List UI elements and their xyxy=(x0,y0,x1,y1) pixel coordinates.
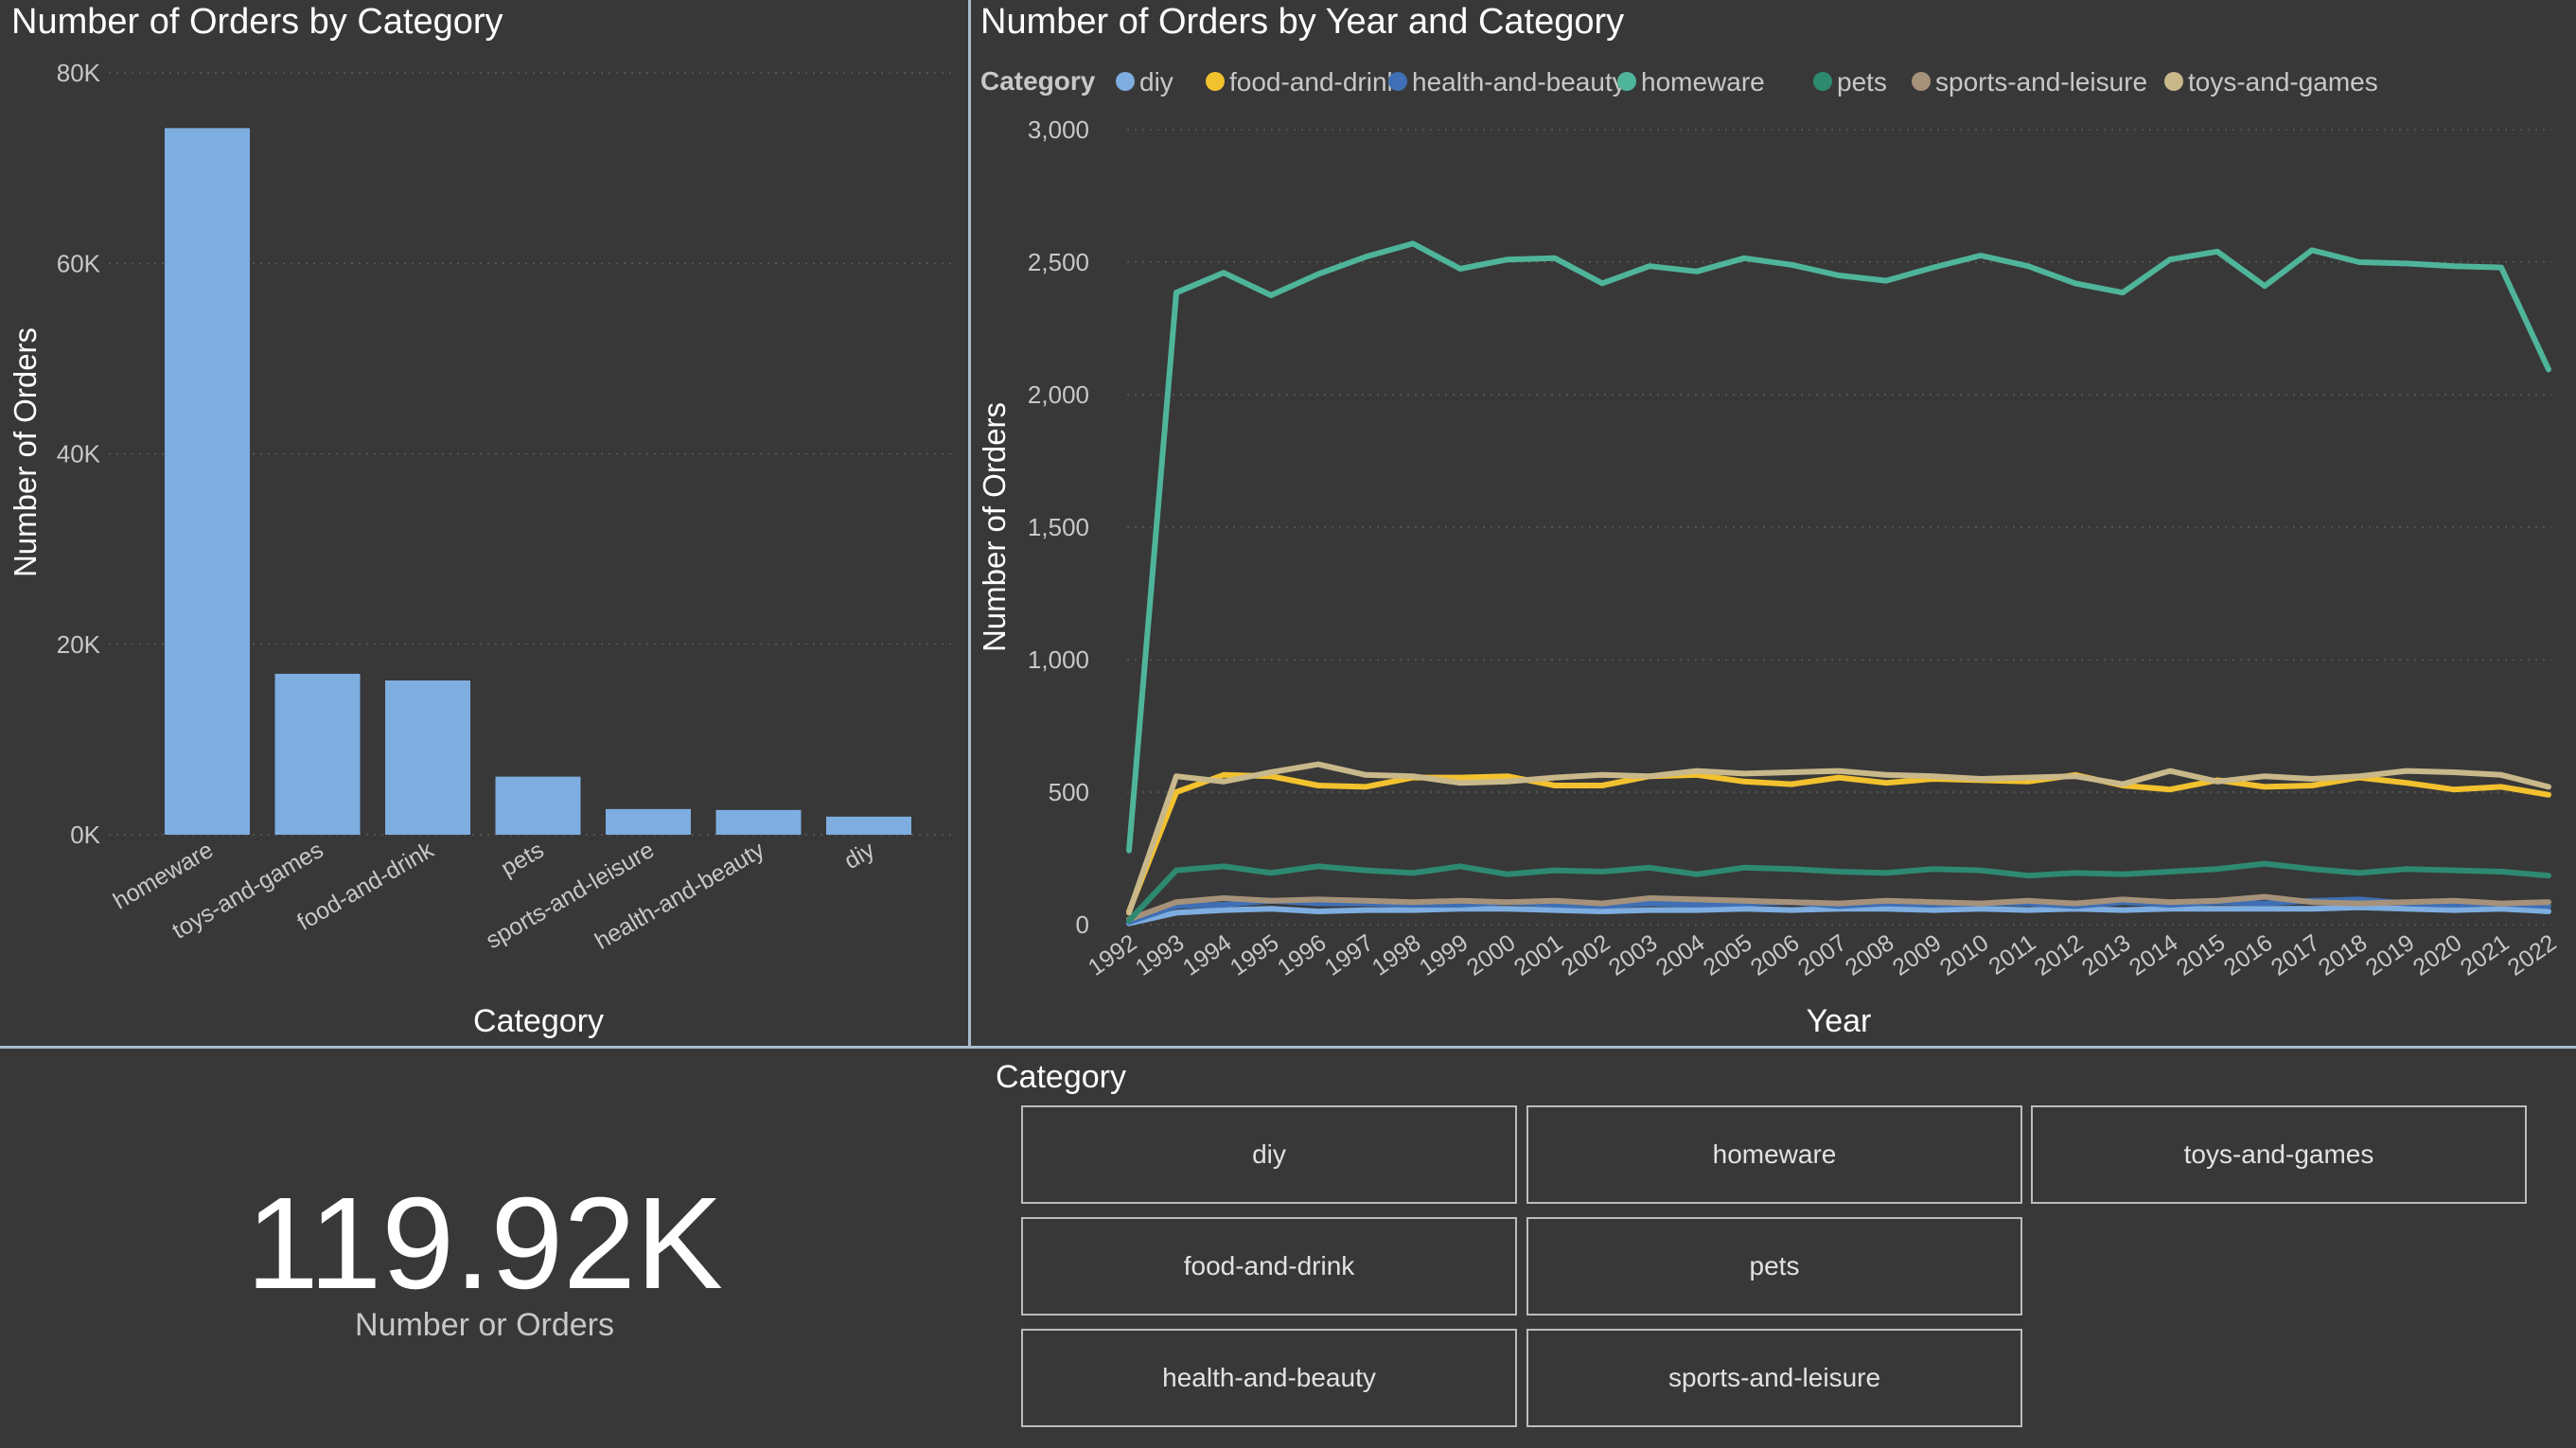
line-x-tick-label: 2019 xyxy=(2361,929,2420,981)
line-x-tick-label: 2007 xyxy=(1793,929,1852,981)
line-x-tick-label: 2009 xyxy=(1888,929,1947,981)
line-x-tick-label: 2013 xyxy=(2077,929,2136,981)
legend-label-health-and-beauty[interactable]: health-and-beauty xyxy=(1412,67,1626,97)
bar-sports-and-leisure[interactable] xyxy=(606,808,691,835)
horizontal-divider xyxy=(0,1046,2576,1049)
bar-y-tick-label: 40K xyxy=(57,440,101,468)
line-x-tick-label: 2003 xyxy=(1604,929,1663,981)
line-y-axis-title: Number of Orders xyxy=(977,402,1012,652)
line-x-tick-label: 2001 xyxy=(1509,929,1568,981)
slicer-item-toys-and-games[interactable]: toys-and-games xyxy=(2031,1105,2527,1204)
line-y-tick-label: 1,500 xyxy=(1028,513,1089,541)
line-x-tick-label: 1998 xyxy=(1367,929,1426,981)
line-y-tick-label: 2,500 xyxy=(1028,248,1089,276)
line-x-tick-label: 2018 xyxy=(2314,929,2373,981)
bar-diy[interactable] xyxy=(826,816,911,835)
line-x-tick-label: 2011 xyxy=(1984,929,2040,980)
line-y-tick-label: 3,000 xyxy=(1028,115,1089,144)
line-y-tick-label: 0 xyxy=(1076,910,1089,939)
line-x-tick-label: 2012 xyxy=(2030,929,2089,981)
legend-marker-health-and-beauty[interactable] xyxy=(1388,72,1407,91)
line-x-tick-label: 2020 xyxy=(2408,929,2467,981)
slicer-item-pets[interactable]: pets xyxy=(1526,1217,2022,1316)
slicer-item-homeware[interactable]: homeware xyxy=(1526,1105,2022,1204)
line-x-tick-label: 2008 xyxy=(1841,929,1899,981)
legend-marker-food-and-drink[interactable] xyxy=(1206,72,1225,91)
line-x-tick-label: 2000 xyxy=(1462,929,1521,981)
bar-toys-and-games[interactable] xyxy=(274,673,361,835)
bar-y-tick-label: 0K xyxy=(70,821,100,849)
legend-label-food-and-drink[interactable]: food-and-drink xyxy=(1229,67,1402,97)
line-x-tick-label: 2016 xyxy=(2219,929,2278,981)
legend-label-sports-and-leisure[interactable]: sports-and-leisure xyxy=(1935,67,2147,97)
bar-y-tick-label: 20K xyxy=(57,630,101,659)
series-line-food-and-drink[interactable] xyxy=(1126,771,2551,914)
line-x-tick-label: 2022 xyxy=(2503,929,2562,981)
line-x-tick-label: 1995 xyxy=(1226,929,1284,981)
slicer-item-diy[interactable]: diy xyxy=(1021,1105,1517,1204)
line-x-tick-label: 1994 xyxy=(1178,929,1237,981)
line-x-axis-title: Year xyxy=(1807,1003,1872,1039)
bar-x-tick-label: pets xyxy=(497,837,549,882)
line-x-tick-label: 1997 xyxy=(1320,929,1379,981)
series-line-homeware[interactable] xyxy=(1126,240,2551,854)
line-y-tick-label: 1,000 xyxy=(1028,645,1089,674)
line-x-tick-label: 2015 xyxy=(2172,929,2231,981)
bar-x-axis-title: Category xyxy=(473,1003,604,1039)
legend-label-pets[interactable]: pets xyxy=(1837,67,1887,97)
slicer-item-food-and-drink[interactable]: food-and-drink xyxy=(1021,1217,1517,1316)
legend-marker-diy[interactable] xyxy=(1116,72,1135,91)
legend-marker-homeware[interactable] xyxy=(1617,72,1636,91)
series-line-diy[interactable] xyxy=(1126,904,2551,927)
legend-label-toys-and-games[interactable]: toys-and-games xyxy=(2188,67,2378,97)
line-x-tick-label: 2004 xyxy=(1651,929,1710,981)
line-x-tick-label: 1992 xyxy=(1084,929,1142,981)
bar-health-and-beauty[interactable] xyxy=(715,809,802,835)
kpi-label: Number or Orders xyxy=(355,1307,614,1343)
line-y-tick-label: 500 xyxy=(1049,778,1089,806)
line-x-tick-label: 2005 xyxy=(1699,929,1757,981)
line-x-tick-label: 2017 xyxy=(2267,929,2325,981)
slicer-item-sports-and-leisure[interactable]: sports-and-leisure xyxy=(1526,1329,2022,1427)
line-chart-svg: Category diy food-and-drink health-and-beau… xyxy=(977,66,2562,1039)
slicer-item-health-and-beauty[interactable]: health-and-beauty xyxy=(1021,1329,1517,1427)
line-x-tick-label: 1999 xyxy=(1415,929,1473,981)
line-y-tick-label: 2,000 xyxy=(1028,380,1089,409)
bar-chart-svg: 0K20K40K60K80Khomewaretoys-and-gamesfood… xyxy=(8,59,951,1039)
bar-x-tick-label: diy xyxy=(839,837,879,874)
bar-y-axis-title: Number of Orders xyxy=(8,327,43,577)
legend-marker-sports-and-leisure[interactable] xyxy=(1912,72,1931,91)
line-x-tick-label: 1996 xyxy=(1273,929,1332,981)
slicer-title: Category xyxy=(996,1059,1126,1095)
legend-label-homeware[interactable]: homeware xyxy=(1641,67,1765,97)
line-x-tick-label: 2021 xyxy=(2456,929,2514,981)
legend-label-diy[interactable]: diy xyxy=(1139,67,1173,97)
bar-pets[interactable] xyxy=(495,776,581,835)
line-x-tick-label: 2002 xyxy=(1557,929,1615,981)
legend-title: Category xyxy=(980,66,1096,96)
line-x-tick-label: 1993 xyxy=(1131,929,1190,981)
line-x-tick-label: 2014 xyxy=(2125,929,2183,981)
legend-marker-pets[interactable] xyxy=(1813,72,1832,91)
line-x-tick-label: 2006 xyxy=(1746,929,1805,981)
line-x-tick-label: 2010 xyxy=(1935,929,1994,981)
line-chart-panel: Number of Orders by Year and Category Ca… xyxy=(971,0,2576,1047)
bar-y-tick-label: 60K xyxy=(57,249,101,277)
kpi-value: 119.92K xyxy=(246,1171,723,1316)
bar-food-and-drink[interactable] xyxy=(385,680,470,835)
bar-homeware[interactable] xyxy=(165,128,250,836)
legend-marker-toys-and-games[interactable] xyxy=(2164,72,2183,91)
bar-chart-panel: Number of Orders by Category 0K 20K 40K 60K… xyxy=(0,0,969,1047)
bar-y-tick-label: 80K xyxy=(57,59,101,87)
